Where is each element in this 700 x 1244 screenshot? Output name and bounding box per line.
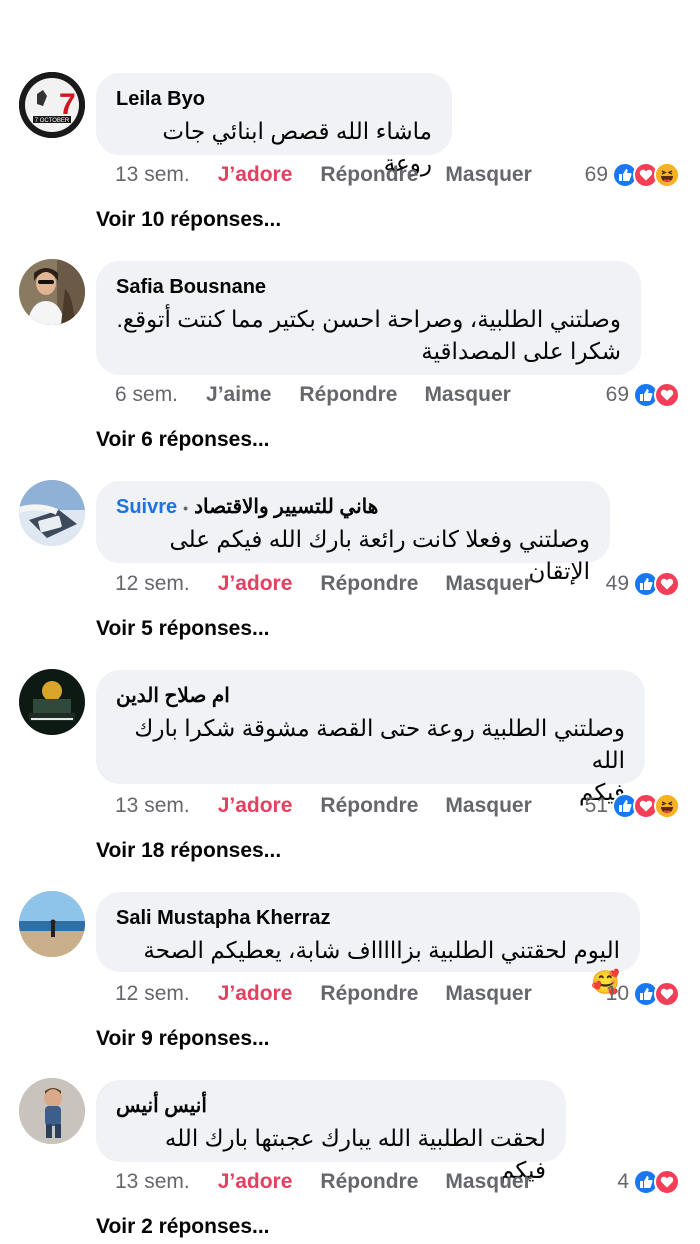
comment-bubble: هاني للتسيير والاقتصاد • Suivre وصلتني و… bbox=[96, 481, 610, 584]
comment-actions: 13 sem. J’adore Répondre Masquer 4 bbox=[115, 1167, 680, 1197]
comment-author[interactable]: ام صلاح الدين bbox=[116, 684, 230, 708]
avatar[interactable] bbox=[19, 1078, 85, 1144]
reply-button[interactable]: Répondre bbox=[320, 572, 418, 596]
reaction-summary[interactable]: 69 bbox=[585, 162, 680, 188]
love-icon bbox=[654, 571, 680, 597]
reaction-summary[interactable]: 10 bbox=[606, 981, 680, 1007]
reaction-summary[interactable]: 51 bbox=[585, 793, 680, 819]
comment-actions: 6 sem. J’aime Répondre Masquer 69 bbox=[115, 380, 680, 410]
haha-icon bbox=[654, 793, 680, 819]
comment-author[interactable]: Leila Byo bbox=[116, 87, 205, 111]
comment-text: وصلتني الطلبية، وصراحة احسن بكتير مما كن… bbox=[116, 306, 621, 332]
react-button[interactable]: J’adore bbox=[218, 1170, 293, 1194]
view-replies-link[interactable]: Voir 5 réponses... bbox=[96, 617, 270, 641]
love-icon bbox=[654, 382, 680, 408]
comment-bubble: Sali Mustapha Kherraz اليوم لحقتني الطلب… bbox=[96, 892, 640, 995]
hide-button[interactable]: Masquer bbox=[445, 982, 531, 1006]
comment-bubble: Safia Bousnane وصلتني الطلبية، وصراحة اح… bbox=[96, 261, 641, 375]
comment-bubble: ام صلاح الدين وصلتني الطلبية روعة حتى ال… bbox=[96, 670, 645, 805]
hide-button[interactable]: Masquer bbox=[424, 383, 510, 407]
reaction-count: 49 bbox=[605, 572, 629, 595]
comment-time[interactable]: 12 sem. bbox=[115, 572, 190, 596]
view-replies-link[interactable]: Voir 6 réponses... bbox=[96, 428, 270, 452]
comment-actions: 13 sem. J’adore Répondre Masquer 51 bbox=[115, 791, 680, 821]
love-icon bbox=[654, 1169, 680, 1195]
react-button[interactable]: J’adore bbox=[218, 163, 293, 187]
comment-author[interactable]: أنيس أنيس bbox=[116, 1094, 207, 1118]
hide-button[interactable]: Masquer bbox=[445, 1170, 531, 1194]
comment-time[interactable]: 13 sem. bbox=[115, 163, 190, 187]
avatar[interactable] bbox=[19, 669, 85, 735]
follow-button[interactable]: Suivre bbox=[116, 496, 177, 519]
reaction-summary[interactable]: 69 bbox=[606, 382, 680, 408]
reply-button[interactable]: Répondre bbox=[299, 383, 397, 407]
comment-author[interactable]: Sali Mustapha Kherraz bbox=[116, 906, 331, 930]
haha-icon bbox=[654, 162, 680, 188]
reaction-count: 69 bbox=[605, 383, 629, 406]
comment-actions: 13 sem. J’adore Répondre Masquer 69 bbox=[115, 160, 680, 190]
reply-button[interactable]: Répondre bbox=[320, 982, 418, 1006]
reaction-count: 4 bbox=[617, 1170, 629, 1193]
view-replies-link[interactable]: Voir 9 réponses... bbox=[96, 1027, 270, 1051]
react-button[interactable]: J’adore bbox=[218, 572, 293, 596]
view-replies-link[interactable]: Voir 10 réponses... bbox=[96, 208, 281, 232]
react-button[interactable]: J’adore bbox=[218, 794, 293, 818]
comment-bubble: أنيس أنيس لحقت الطلبية الله يبارك عجبتها… bbox=[96, 1080, 566, 1183]
view-replies-link[interactable]: Voir 2 réponses... bbox=[96, 1215, 270, 1239]
hide-button[interactable]: Masquer bbox=[445, 572, 531, 596]
comment-author[interactable]: Safia Bousnane bbox=[116, 275, 266, 299]
comment-actions: 12 sem. J’adore Répondre Masquer 49 bbox=[115, 569, 680, 599]
hide-button[interactable]: Masquer bbox=[445, 163, 531, 187]
comment-actions: 12 sem. J’adore Répondre Masquer 10 bbox=[115, 979, 680, 1009]
comment-bubble: Leila Byo ماشاء الله قصص ابنائي جات روعة bbox=[96, 73, 452, 176]
reply-button[interactable]: Répondre bbox=[320, 163, 418, 187]
reaction-count: 69 bbox=[584, 163, 608, 186]
comment-text: وصلتني الطلبية روعة حتى القصة مشوقة شكرا… bbox=[134, 715, 625, 773]
avatar[interactable] bbox=[19, 891, 85, 957]
comment-author[interactable]: هاني للتسيير والاقتصاد bbox=[194, 495, 378, 519]
separator-dot: • bbox=[183, 500, 189, 516]
reaction-summary[interactable]: 49 bbox=[606, 571, 680, 597]
reply-button[interactable]: Répondre bbox=[320, 1170, 418, 1194]
avatar[interactable] bbox=[19, 259, 85, 325]
svg-text:7 OCTOBER: 7 OCTOBER bbox=[35, 118, 70, 124]
love-icon bbox=[654, 981, 680, 1007]
reply-button[interactable]: Répondre bbox=[320, 794, 418, 818]
view-replies-link[interactable]: Voir 18 réponses... bbox=[96, 839, 281, 863]
comment-time[interactable]: 13 sem. bbox=[115, 1170, 190, 1194]
react-button[interactable]: J’aime bbox=[206, 383, 271, 407]
hide-button[interactable]: Masquer bbox=[445, 794, 531, 818]
reaction-count: 10 bbox=[605, 982, 629, 1005]
reaction-summary[interactable]: 4 bbox=[617, 1169, 680, 1195]
react-button[interactable]: J’adore bbox=[218, 982, 293, 1006]
comment-time[interactable]: 13 sem. bbox=[115, 794, 190, 818]
avatar[interactable] bbox=[19, 480, 85, 546]
reaction-count: 51 bbox=[584, 794, 608, 817]
comment-time[interactable]: 12 sem. bbox=[115, 982, 190, 1006]
comment-time[interactable]: 6 sem. bbox=[115, 383, 178, 407]
comment-text-line-2: شكرا على المصداقية bbox=[421, 338, 621, 364]
avatar[interactable]: 7 7 OCTOBER bbox=[19, 72, 85, 138]
